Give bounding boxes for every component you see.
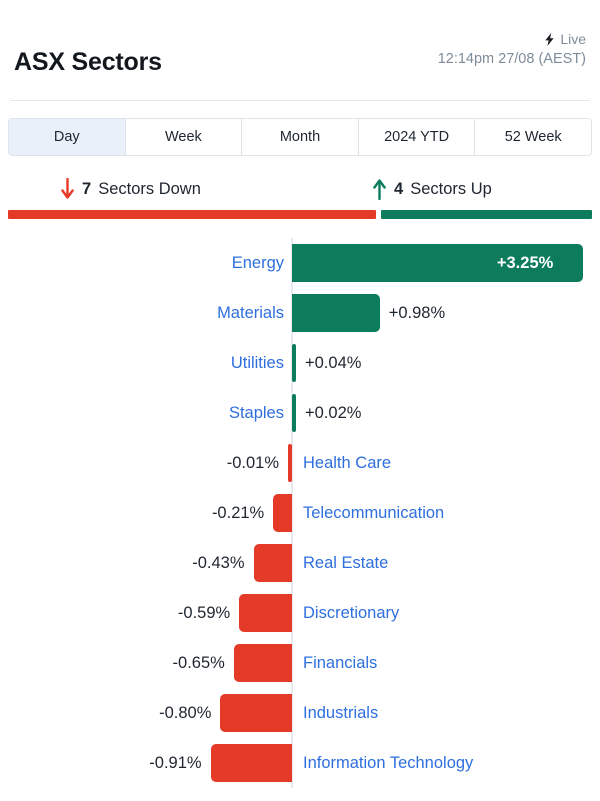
sector-value-label: +0.98% [388,304,446,322]
sector-row[interactable]: Real Estate -0.43% [0,538,600,588]
sector-row[interactable]: Staples +0.02% [0,388,600,438]
arrow-down-icon [60,177,75,200]
sector-row[interactable]: Utilities +0.04% [0,338,600,388]
sector-label[interactable]: Utilities [231,351,284,375]
split-bar-down-segment [8,210,376,219]
sectors-up-label: Sectors Up [410,179,492,198]
timeframe-tabs: Day Week Month 2024 YTD 52 Week [8,118,592,156]
sector-row[interactable]: Financials -0.65% [0,638,600,688]
negative-bar [233,644,292,682]
sector-value-label: -0.01% [226,454,279,472]
page-title: ASX Sectors [14,48,162,76]
tab-day[interactable]: Day [9,119,126,155]
sector-value-label: -0.43% [192,554,245,572]
tab-month[interactable]: Month [242,119,359,155]
negative-bar [210,744,292,782]
bolt-icon [544,32,555,46]
positive-bar [292,344,296,382]
sector-label[interactable]: Industrials [303,701,378,725]
sector-value-label: +3.25% [496,254,554,272]
sector-label[interactable]: Telecommunication [303,501,444,525]
sector-row[interactable]: Health Care -0.01% [0,438,600,488]
live-label: Live [560,31,586,47]
sector-label[interactable]: Energy [232,251,284,275]
sector-value-label: -0.59% [177,604,231,622]
sector-row[interactable]: Materials +0.98% [0,288,600,338]
sector-row[interactable]: Information Technology -0.91% [0,738,600,788]
header-divider [10,100,590,101]
negative-bar [273,494,292,532]
sector-row[interactable]: Telecommunication -0.21% [0,488,600,538]
sector-row[interactable]: Industrials -0.80% [0,688,600,738]
live-row: Live [438,32,586,46]
sector-value-label: +0.04% [305,354,362,372]
sector-value-label: -0.91% [149,754,202,772]
sector-label[interactable]: Financials [303,651,377,675]
split-bar-up-segment [381,210,592,219]
sector-label[interactable]: Staples [229,401,284,425]
tab-2024-ytd[interactable]: 2024 YTD [358,119,476,155]
sector-row[interactable]: Energy +3.25% [0,238,600,288]
positive-bar [292,294,380,332]
sector-value-label: -0.21% [211,504,265,522]
tab-week[interactable]: Week [125,119,243,155]
sector-value-label: -0.80% [159,704,212,722]
sector-label[interactable]: Discretionary [303,601,399,625]
sector-label[interactable]: Health Care [303,451,391,475]
sectors-down-summary: 7 Sectors Down [60,177,201,200]
negative-bar [253,544,292,582]
up-down-split-bar [8,210,592,219]
sector-row[interactable]: Discretionary -0.59% [0,588,600,638]
sector-value-label: -0.65% [172,654,225,672]
positive-bar [292,394,296,432]
sector-summary: 7 Sectors Down 4 Sectors Up [0,172,600,220]
arrow-up-icon [372,178,387,201]
page-header: ASX Sectors Live 12:14pm 27/08 (AEST) [0,0,600,101]
sectors-down-count: 7 [82,179,92,198]
tab-52-week[interactable]: 52 Week [475,119,591,155]
live-status: Live 12:14pm 27/08 (AEST) [438,32,586,67]
sectors-up-count: 4 [394,179,404,198]
sector-label[interactable]: Information Technology [303,751,473,775]
sectors-up-summary: 4 Sectors Up [372,178,492,201]
sector-label[interactable]: Real Estate [303,551,388,575]
sector-value-label: +0.02% [305,404,362,422]
negative-bar [288,444,292,482]
sector-performance-chart: Energy +3.25% Materials +0.98% Utilities +0.0… [0,238,600,798]
sectors-down-label: Sectors Down [98,179,201,198]
sector-label[interactable]: Materials [217,301,284,325]
live-timestamp: 12:14pm 27/08 (AEST) [437,51,586,67]
negative-bar [239,594,292,632]
negative-bar [220,694,292,732]
